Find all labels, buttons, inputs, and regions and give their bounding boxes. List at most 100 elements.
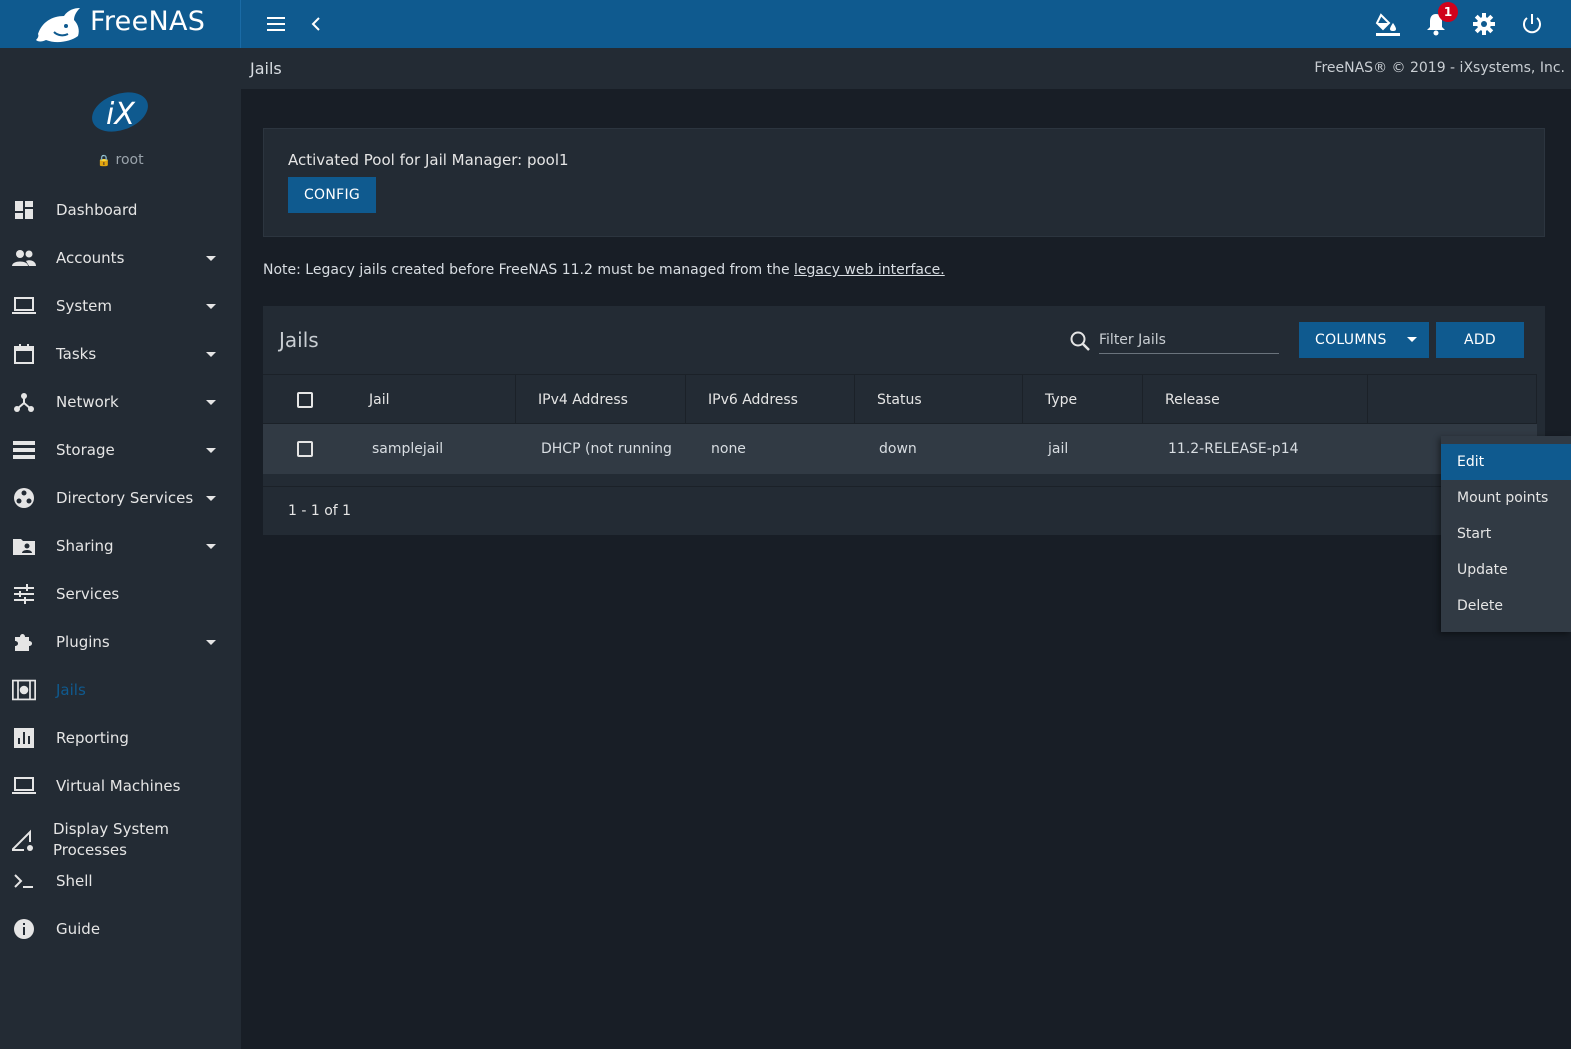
terminal-icon xyxy=(12,869,36,893)
settings-button[interactable] xyxy=(1470,10,1498,38)
chevron-down-icon xyxy=(206,447,216,453)
theme-button[interactable] xyxy=(1374,10,1402,38)
legacy-note: Note: Legacy jails created before FreeNA… xyxy=(263,262,945,278)
config-button[interactable]: CONFIG xyxy=(288,177,376,213)
chevron-left-icon xyxy=(311,17,320,31)
column-header-release[interactable]: Release xyxy=(1143,375,1368,425)
legacy-web-interface-link[interactable]: legacy web interface. xyxy=(794,262,945,278)
menu-item-start[interactable]: Start xyxy=(1441,516,1571,552)
sidebar-item-label: Storage xyxy=(56,440,115,459)
row-actions-menu: Edit Mount points Start Update Delete xyxy=(1441,436,1571,632)
chevron-down-icon xyxy=(206,543,216,549)
column-header-ipv4[interactable]: IPv4 Address xyxy=(516,375,686,425)
sidebar-item-label: Reporting xyxy=(56,728,129,747)
select-all-checkbox[interactable] xyxy=(297,392,313,408)
sidebar-item-label: Network xyxy=(56,392,119,411)
sidebar-item-directory-services[interactable]: Directory Services xyxy=(0,474,241,522)
jail-icon xyxy=(12,678,36,702)
sidebar-item-shell[interactable]: Shell xyxy=(0,857,241,905)
power-button[interactable] xyxy=(1518,10,1546,38)
sidebar-item-accounts[interactable]: Accounts xyxy=(0,234,241,282)
network-icon xyxy=(12,390,36,414)
jails-table-card: Jails COLUMNS ADD Jail IPv4 Address IPv6… xyxy=(263,306,1545,535)
menu-toggle-button[interactable] xyxy=(262,10,290,38)
table-row[interactable]: samplejail DHCP (not running none down j… xyxy=(263,424,1537,474)
cell-status: down xyxy=(879,441,917,457)
sidebar-item-label: Tasks xyxy=(56,344,97,363)
dashboard-icon xyxy=(12,198,36,222)
table-footer: 1 - 1 of 1 xyxy=(263,486,1545,535)
cell-ipv6: none xyxy=(711,441,746,457)
brand-name: FreeNAS xyxy=(90,6,206,37)
sidebar-item-label: Accounts xyxy=(56,248,125,267)
column-header-type[interactable]: Type xyxy=(1023,375,1143,425)
sidebar-item-sharing[interactable]: Sharing xyxy=(0,522,241,570)
menu-icon xyxy=(267,17,285,31)
sidebar-item-system[interactable]: System xyxy=(0,282,241,330)
storage-icon xyxy=(12,438,36,462)
sidebar-item-network[interactable]: Network xyxy=(0,378,241,426)
collapse-sidebar-button[interactable] xyxy=(302,10,330,38)
add-button[interactable]: ADD xyxy=(1436,322,1524,358)
gear-icon xyxy=(1473,13,1495,35)
notification-count-badge: 1 xyxy=(1438,2,1458,22)
select-all-cell xyxy=(263,375,347,425)
sidebar-item-dashboard[interactable]: Dashboard xyxy=(0,186,241,234)
sidebar-item-services[interactable]: Services xyxy=(0,570,241,618)
cell-jail: samplejail xyxy=(372,441,444,457)
table-title: Jails xyxy=(279,328,319,352)
monitor-icon xyxy=(12,774,36,798)
current-user: 🔒 root xyxy=(97,152,144,168)
filter-jails-input[interactable] xyxy=(1099,326,1279,354)
chevron-down-icon xyxy=(206,255,216,261)
theme-paint-icon xyxy=(1375,13,1400,36)
page-title: Jails xyxy=(250,59,282,78)
sidebar-item-storage[interactable]: Storage xyxy=(0,426,241,474)
chevron-down-icon xyxy=(206,303,216,309)
sidebar-item-label: Guide xyxy=(56,919,101,938)
chevron-down-icon xyxy=(1407,337,1417,342)
sidebar-item-label: System xyxy=(56,296,112,315)
sidebar-item-label: Virtual Machines xyxy=(56,776,181,795)
sidebar-item-plugins[interactable]: Plugins xyxy=(0,618,241,666)
top-bar: FreeNAS 1 xyxy=(0,0,1571,48)
search-icon xyxy=(1070,331,1090,351)
sidebar-item-guide[interactable]: Guide xyxy=(0,905,241,953)
menu-item-delete[interactable]: Delete xyxy=(1441,588,1571,624)
sidebar-item-label: Shell xyxy=(56,871,93,890)
sidebar-item-label: Jails xyxy=(56,680,86,699)
sidebar-item-virtual-machines[interactable]: Virtual Machines xyxy=(0,762,241,810)
info-icon xyxy=(12,917,36,941)
chevron-down-icon xyxy=(206,399,216,405)
puzzle-icon xyxy=(12,630,36,654)
menu-item-edit[interactable]: Edit xyxy=(1441,444,1571,480)
sidebar-item-tasks[interactable]: Tasks xyxy=(0,330,241,378)
folder-shared-icon xyxy=(12,534,36,558)
cell-release: 11.2-RELEASE-p14 xyxy=(1168,441,1299,457)
lock-icon: 🔒 xyxy=(97,154,112,167)
columns-button[interactable]: COLUMNS xyxy=(1299,322,1429,358)
sidebar-item-label: Plugins xyxy=(56,632,110,651)
column-header-ipv6[interactable]: IPv6 Address xyxy=(686,375,855,425)
menu-item-mount-points[interactable]: Mount points xyxy=(1441,480,1571,516)
sliders-icon xyxy=(12,582,36,606)
column-header-actions xyxy=(1368,375,1537,425)
chevron-down-icon xyxy=(206,639,216,645)
cell-ipv4: DHCP (not running xyxy=(541,441,672,457)
jail-pool-card: Activated Pool for Jail Manager: pool1 C… xyxy=(263,128,1545,237)
sidebar-item-reporting[interactable]: Reporting xyxy=(0,714,241,762)
sidebar-item-label: Directory Services xyxy=(56,488,194,507)
directory-icon xyxy=(12,486,36,510)
menu-item-update[interactable]: Update xyxy=(1441,552,1571,588)
chart-icon xyxy=(12,726,36,750)
column-header-status[interactable]: Status xyxy=(855,375,1023,425)
notifications-button[interactable]: 1 xyxy=(1422,2,1458,38)
row-checkbox[interactable] xyxy=(297,441,313,457)
page-header: Jails FreeNAS® © 2019 - iXsystems, Inc. xyxy=(241,48,1571,89)
column-header-jail[interactable]: Jail xyxy=(347,375,516,425)
sidebar-item-jails[interactable]: Jails xyxy=(0,666,241,714)
chevron-down-icon xyxy=(206,495,216,501)
calendar-icon xyxy=(12,342,36,366)
brand-logo[interactable]: FreeNAS xyxy=(0,0,241,48)
svg-text:iX: iX xyxy=(106,97,136,132)
